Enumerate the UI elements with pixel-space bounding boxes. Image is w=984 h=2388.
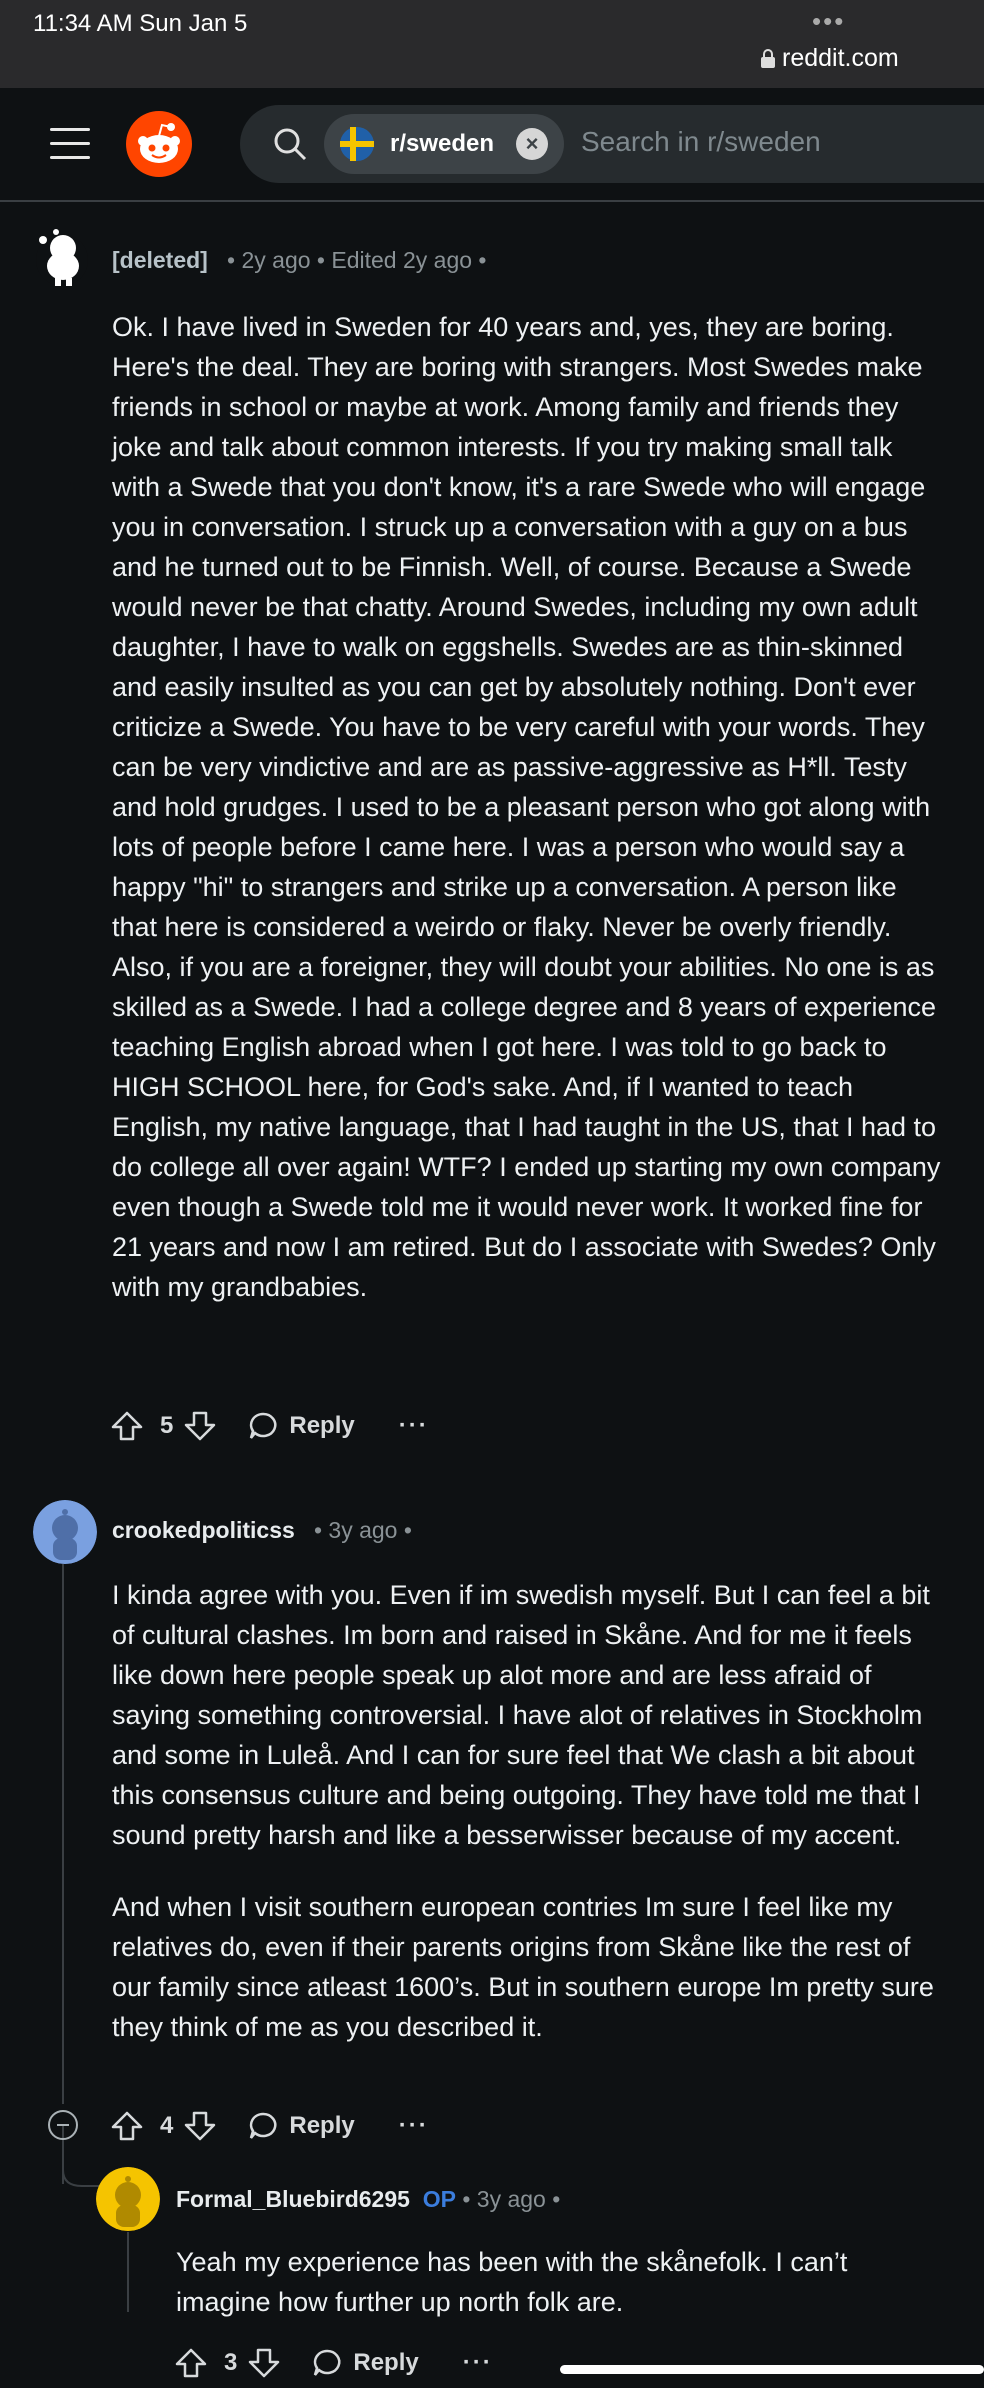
thread-line [127, 2232, 129, 2312]
comment-time: 3y ago [328, 1517, 398, 1543]
downvote-icon[interactable] [183, 1409, 217, 1443]
reply-label: Reply [289, 1412, 355, 1439]
op-badge: OP [422, 2186, 456, 2212]
hamburger-menu-icon[interactable] [50, 128, 90, 160]
lock-icon [761, 48, 775, 68]
thread-line [62, 1564, 64, 2104]
downvote-icon[interactable] [183, 2109, 217, 2143]
vote-count: 4 [160, 2112, 174, 2139]
reply-label: Reply [353, 2349, 419, 2376]
search-icon [274, 128, 307, 161]
url-text: reddit.com [782, 44, 899, 72]
comment-meta: Formal_Bluebird6295 OP • 3y ago • [176, 2186, 561, 2212]
comment-paragraph: Ok. I have lived in Sweden for 40 years … [112, 312, 941, 1302]
comment-body: Yeah my experience has been with the skå… [176, 2242, 946, 2322]
comment-body: I kinda agree with you. Even if im swedi… [112, 1575, 942, 2047]
comment-paragraph: And when I visit southern european contr… [112, 1892, 934, 2042]
comment-meta: crookedpoliticss • 3y ago • [112, 1517, 412, 1543]
sweden-subreddit-icon [340, 127, 374, 161]
comment-author[interactable]: [deleted] [112, 247, 208, 273]
subreddit-chip[interactable]: r/sweden × [324, 114, 564, 174]
comment-actions: 3 Reply ··· [174, 2343, 493, 2383]
more-options-icon[interactable]: ··· [399, 1412, 429, 1440]
reply-label: Reply [289, 2112, 355, 2139]
upvote-icon[interactable] [174, 2346, 208, 2380]
avatar [96, 2167, 160, 2231]
comment-actions: 4 Reply ··· [110, 2106, 429, 2146]
comment-author[interactable]: Formal_Bluebird6295 [176, 2186, 410, 2212]
comment-actions: 5 Reply ··· [110, 1406, 429, 1446]
reply-button[interactable]: Reply [247, 1410, 355, 1442]
subreddit-chip-label: r/sweden [390, 130, 495, 157]
status-bar: 11:34 AM Sun Jan 5 ••• reddit.com [0, 0, 984, 88]
collapse-thread-button[interactable] [48, 2110, 78, 2140]
comment-bubble-icon [250, 1412, 277, 1439]
thread-connector [62, 2150, 102, 2187]
comment-time: 2y ago [241, 247, 311, 273]
more-options-icon[interactable]: ··· [399, 2112, 429, 2140]
app-header: r/sweden × Search in r/sweden [0, 88, 984, 202]
comment-bubble-icon [250, 2112, 277, 2139]
close-icon[interactable]: × [516, 128, 548, 160]
url-display[interactable]: reddit.com [760, 44, 899, 73]
home-indicator[interactable] [560, 2365, 984, 2374]
status-time: 11:34 AM Sun Jan 5 [33, 10, 248, 37]
downvote-icon[interactable] [247, 2346, 281, 2380]
vote-count: 3 [224, 2349, 238, 2376]
search-input[interactable]: Search in r/sweden [581, 126, 821, 158]
search-bar[interactable]: r/sweden × Search in r/sweden [240, 105, 984, 183]
more-dots-icon[interactable]: ••• [812, 6, 845, 37]
comment-paragraph: Yeah my experience has been with the skå… [176, 2247, 848, 2317]
comment-meta: [deleted] • 2y ago • Edited 2y ago • [112, 247, 487, 273]
avatar [33, 1500, 97, 1564]
vote-count: 5 [160, 1412, 174, 1439]
comment-paragraph: I kinda agree with you. Even if im swedi… [112, 1580, 930, 1850]
avatar [36, 229, 88, 286]
comment-time: 3y ago [476, 2186, 546, 2212]
more-options-icon[interactable]: ··· [463, 2349, 493, 2377]
comment-author[interactable]: crookedpoliticss [112, 1517, 295, 1543]
reddit-logo-icon[interactable] [126, 111, 192, 177]
upvote-icon[interactable] [110, 2109, 144, 2143]
comment-body: Ok. I have lived in Sweden for 40 years … [112, 307, 942, 1307]
comment-edited: Edited 2y ago [331, 247, 473, 273]
comment-bubble-icon [314, 2349, 341, 2376]
reply-button[interactable]: Reply [311, 2347, 419, 2379]
reply-button[interactable]: Reply [247, 2110, 355, 2142]
upvote-icon[interactable] [110, 1409, 144, 1443]
